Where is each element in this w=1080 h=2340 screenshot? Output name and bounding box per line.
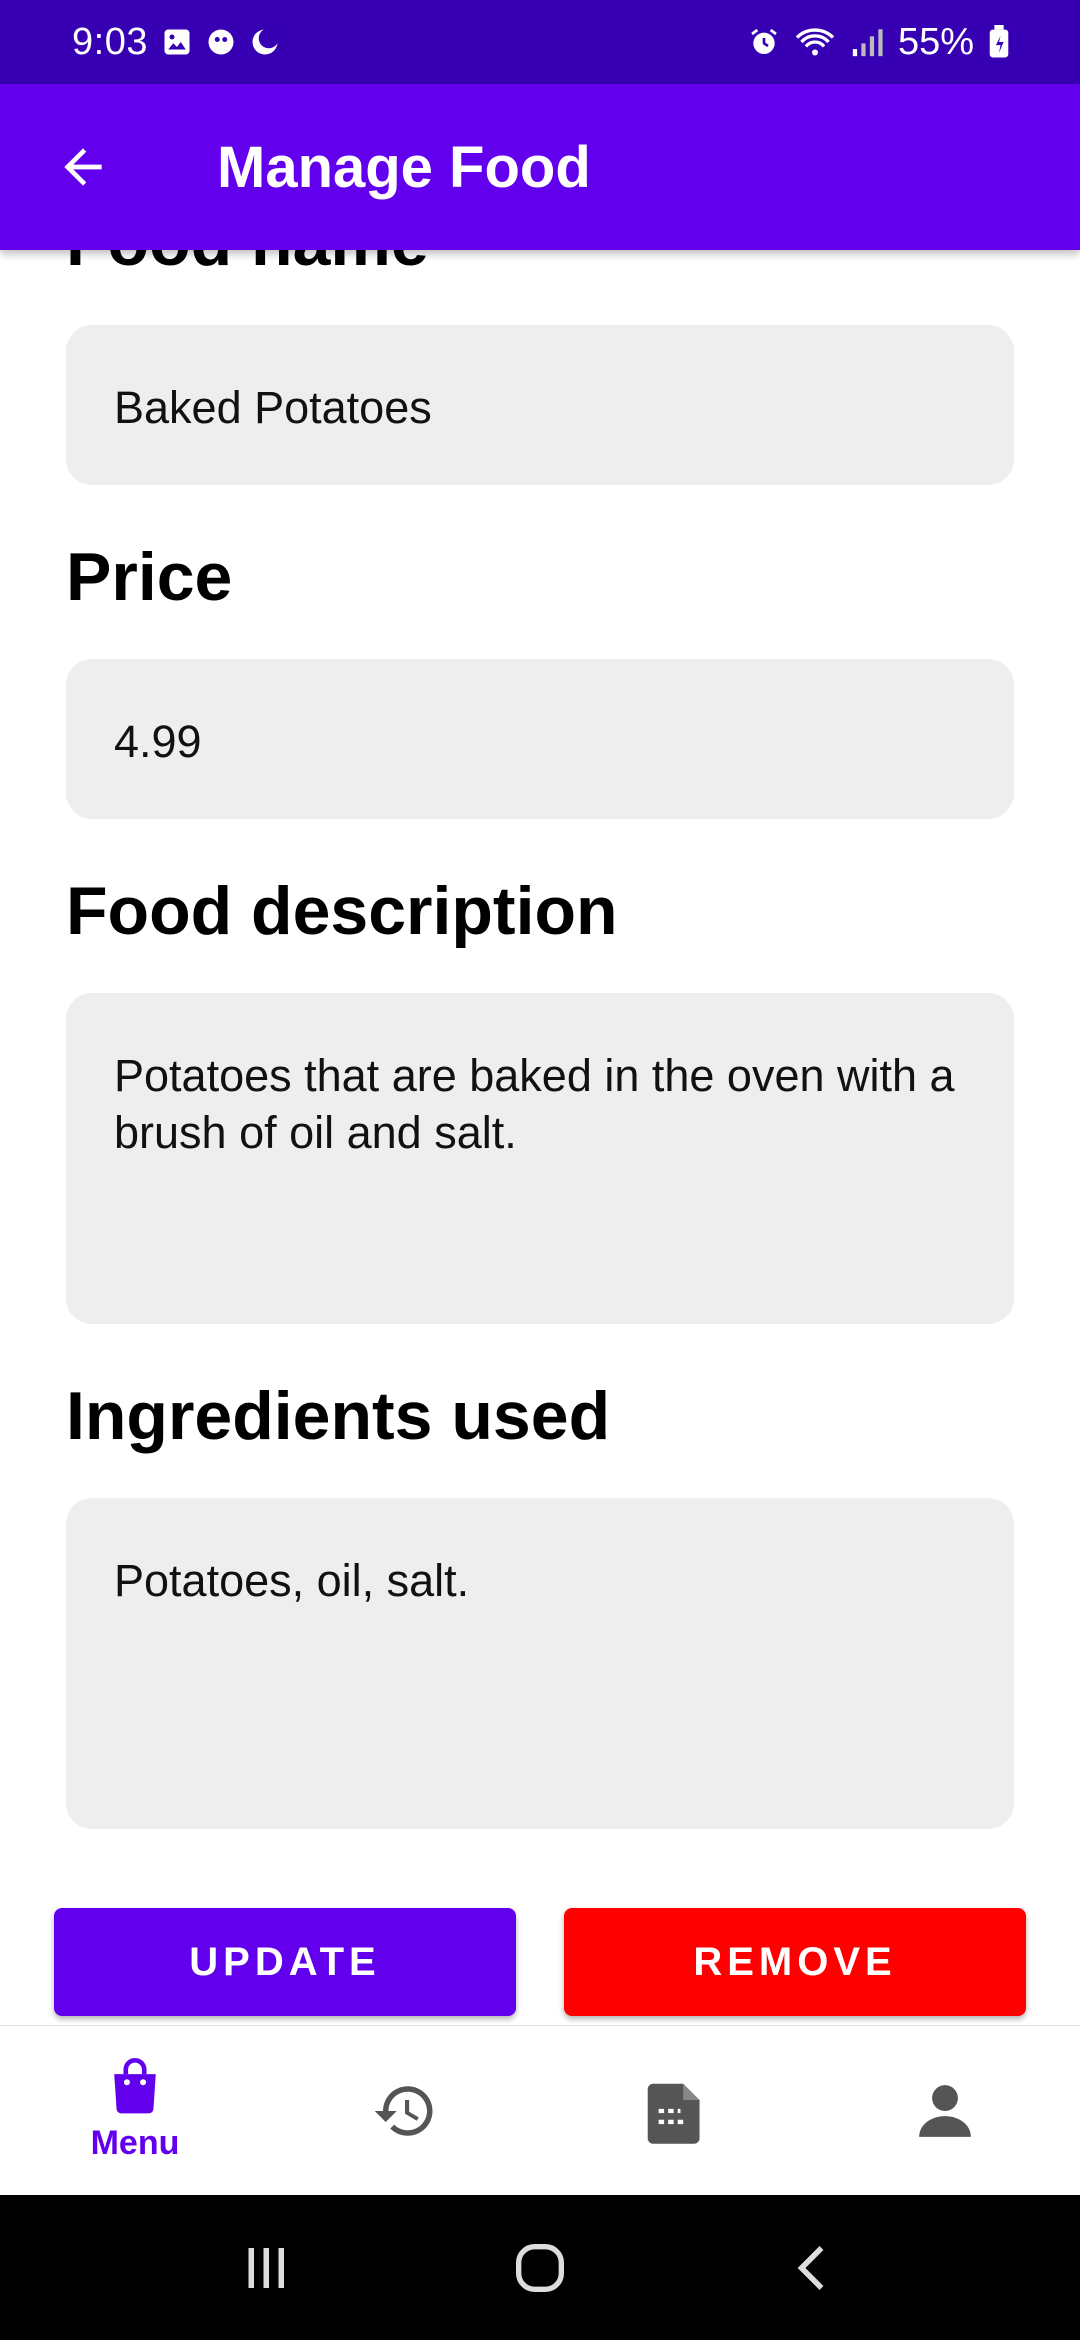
person-icon: [919, 2084, 971, 2137]
shopping-bag-icon: [114, 2058, 156, 2114]
alarm-icon: [748, 26, 780, 58]
do-not-disturb-icon: [250, 27, 280, 57]
food-description-field[interactable]: Potatoes that are baked in the oven with…: [66, 993, 1014, 1324]
update-button[interactable]: UPDATE: [54, 1908, 516, 2016]
arrow-left-icon: [64, 148, 102, 186]
back-button[interactable]: [38, 122, 128, 212]
food-name-field[interactable]: Baked Potatoes: [66, 325, 1014, 485]
ingredients-field[interactable]: Potatoes, oil, salt.: [66, 1498, 1014, 1829]
battery-icon: [988, 25, 1010, 59]
home-icon[interactable]: [508, 2236, 572, 2300]
battery-percentage: 55%: [897, 20, 974, 63]
remove-button[interactable]: REMOVE: [564, 1908, 1026, 2016]
history-icon: [374, 2085, 433, 2136]
ingredients-label: Ingredients used: [66, 1378, 611, 1454]
system-navigation-bar: [0, 2195, 1080, 2340]
nav-item-documents[interactable]: [540, 2026, 810, 2195]
nav-item-profile[interactable]: [810, 2026, 1080, 2195]
status-time: 9:03: [72, 20, 148, 63]
recent-apps-icon[interactable]: [236, 2238, 296, 2298]
system-back-icon[interactable]: [784, 2238, 844, 2298]
document-icon: [647, 2083, 700, 2144]
nav-item-menu[interactable]: Menu: [0, 2026, 270, 2195]
app-title: Manage Food: [217, 134, 591, 200]
wifi-icon: [794, 25, 836, 59]
gallery-icon: [162, 27, 192, 57]
status-left: 9:03: [72, 21, 280, 64]
app-bar: Manage Food: [0, 84, 1080, 250]
status-right: 55%: [748, 21, 1010, 64]
price-field[interactable]: 4.99: [66, 659, 1014, 819]
nav-item-history[interactable]: [270, 2026, 540, 2195]
app-notification-icon: [206, 27, 236, 57]
food-name-label: Food name: [66, 250, 429, 276]
manage-food-screen: 9:03 55% Manage Food Baked Potatoes Pric…: [0, 0, 1080, 2340]
bottom-navigation: Menu: [0, 2025, 1080, 2195]
food-description-label: Food description: [66, 873, 618, 949]
nav-label-menu: Menu: [90, 2124, 180, 2162]
price-label: Price: [66, 539, 233, 615]
form-scroll-area[interactable]: Food name Baked Potatoes Price 4.99 Food…: [0, 250, 1080, 2025]
signal-icon: [850, 26, 884, 58]
status-bar: 9:03 55%: [0, 0, 1080, 84]
